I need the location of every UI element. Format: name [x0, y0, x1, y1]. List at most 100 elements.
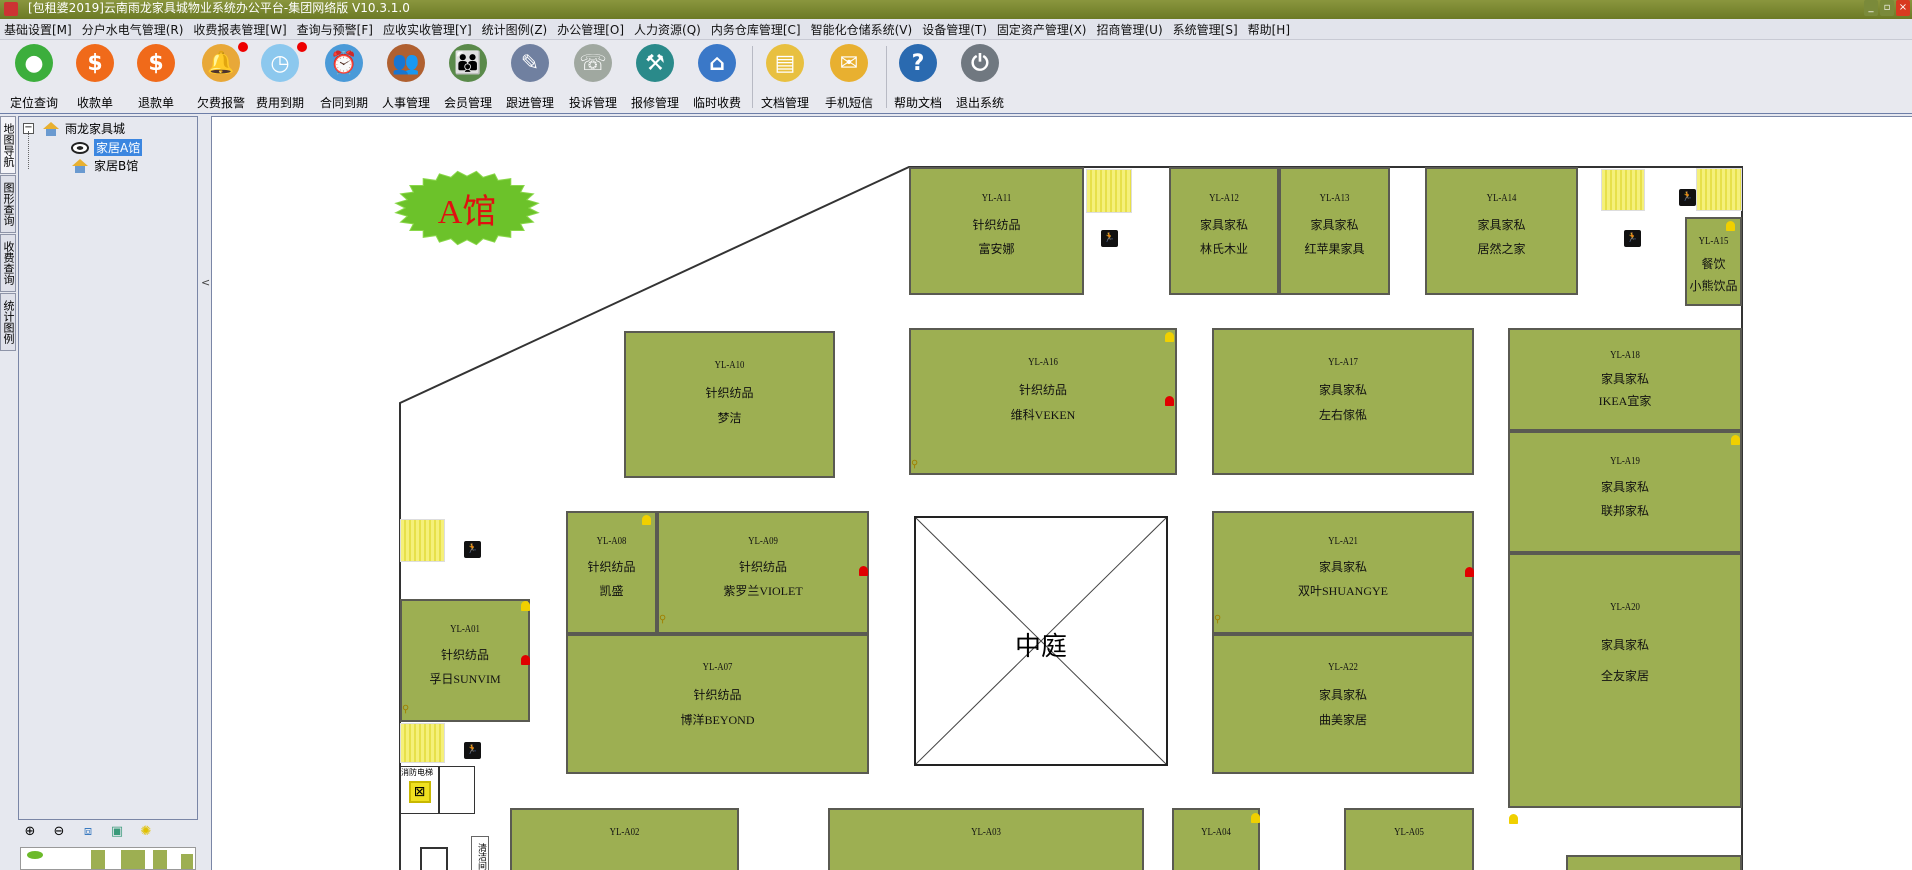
store-yl-a02[interactable]: YL-A02	[510, 808, 739, 870]
toolbar-button[interactable]: ⚒ 报修管理	[625, 44, 685, 111]
store-yl-a12[interactable]: YL-A12 家具家私 林氏木业	[1169, 167, 1279, 295]
store-yl-a03[interactable]: YL-A03	[828, 808, 1144, 870]
menu-item[interactable]: 固定资产管理(X)	[997, 21, 1087, 38]
tree-root[interactable]: − 雨龙家具城	[23, 120, 125, 137]
power-icon: ⏻	[961, 44, 999, 82]
alarm-bell-red-icon	[859, 566, 868, 576]
store-brand: 富安娜	[978, 242, 1015, 256]
toolbar-button[interactable]: ⌂ 临时收费	[687, 44, 747, 111]
toolbar-separator	[886, 46, 887, 108]
toolbar-button[interactable]: ⏰ 合同到期	[314, 44, 374, 111]
tree-item-hall-a[interactable]: 家居A馆	[71, 139, 143, 156]
collapse-panel-icon[interactable]: <	[201, 276, 210, 289]
tree-item-hall-b[interactable]: 家居B馆	[71, 157, 138, 174]
store-yl-a04[interactable]: YL-A04	[1172, 808, 1260, 870]
store-yl-a21[interactable]: YL-A21 家具家私 双叶SHUANGYE	[1212, 511, 1474, 634]
toolbar-button[interactable]: ● 定位查询	[4, 44, 64, 111]
menu-item[interactable]: 分户水电气管理(R)	[82, 21, 184, 38]
zoom-in-icon[interactable]: ⊕	[22, 824, 38, 839]
menu-item[interactable]: 办公管理[O]	[557, 21, 624, 38]
menu-item[interactable]: 帮助[H]	[1248, 21, 1290, 38]
menu-item[interactable]: 应收实收管理[Y]	[383, 21, 472, 38]
store-code: YL-A21	[1328, 535, 1358, 547]
light-bulb-icon[interactable]: ✺	[138, 824, 154, 839]
store-yl-a09[interactable]: YL-A09 针织纺品 紫罗兰VIOLET	[657, 511, 869, 634]
toolbar-button[interactable]: ✎ 跟进管理	[500, 44, 560, 111]
help-book-icon: ?	[899, 44, 937, 82]
store-category: 针织纺品	[1018, 383, 1067, 397]
toolbar-button[interactable]: ◷ 费用到期	[250, 42, 310, 111]
side-tab[interactable]: 图形查询	[0, 175, 16, 233]
store-yl-a13[interactable]: YL-A13 家具家私 红苹果家具	[1279, 167, 1390, 295]
store-yl-a17[interactable]: YL-A17 家具家私 左右傢俬	[1212, 328, 1474, 475]
menu-item[interactable]: 查询与预警[F]	[297, 21, 373, 38]
menu-item[interactable]: 内务仓库管理[C]	[711, 21, 801, 38]
store-yl-a16[interactable]: YL-A16 针织纺品 维科VEKEN	[909, 328, 1177, 475]
store-brand: 梦洁	[717, 411, 742, 425]
zoom-out-icon[interactable]: ⊖	[51, 824, 67, 839]
store-yl-a11[interactable]: YL-A11 针织纺品 富安娜	[909, 167, 1084, 295]
clock-icon: ◷	[261, 42, 307, 82]
store-yl-a05[interactable]: YL-A05	[1344, 808, 1474, 870]
toolbar-button[interactable]: ? 帮助文档	[888, 44, 948, 111]
restore-button[interactable]: ▫	[1880, 0, 1894, 16]
toolbar-button-label: 费用到期	[255, 96, 304, 110]
map-overview-thumbnail[interactable]	[20, 847, 196, 870]
store-yl-a10[interactable]: YL-A10 针织纺品 梦洁	[624, 331, 835, 478]
store-code: YL-A19	[1610, 455, 1640, 467]
store-unlabeled[interactable]	[1566, 855, 1742, 870]
bell-yellow-icon	[1251, 813, 1260, 823]
menu-item[interactable]: 人力资源(Q)	[634, 21, 701, 38]
toolbar-button[interactable]: 👥 人事管理	[376, 44, 436, 111]
store-yl-a19[interactable]: YL-A19 家具家私 联邦家私	[1508, 431, 1742, 553]
toolbar-button-label: 文档管理	[760, 96, 809, 110]
bell-yellow-icon	[521, 601, 530, 611]
store-yl-a20[interactable]: YL-A20 家具家私 全友家居	[1508, 553, 1742, 808]
house-icon: ⌂	[698, 44, 736, 82]
toolbar-button[interactable]: 🔔 欠费报警	[191, 42, 251, 111]
minimize-button[interactable]: _	[1864, 0, 1878, 16]
store-brand: 小熊饮品	[1689, 279, 1738, 293]
menu-item[interactable]: 智能化仓储系统(V)	[811, 21, 913, 38]
toolbar-button[interactable]: 👪 会员管理	[438, 44, 498, 111]
toolbar-button[interactable]: ▤ 文档管理	[755, 44, 815, 111]
toolbar-button[interactable]: ✉ 手机短信	[819, 44, 879, 111]
store-yl-a07[interactable]: YL-A07 针织纺品 博洋BEYOND	[566, 634, 869, 774]
tree-item-label: 家居B馆	[94, 159, 139, 173]
store-category: 针织纺品	[738, 560, 787, 574]
fit-icon[interactable]: ⧈	[80, 824, 96, 839]
store-yl-a01[interactable]: YL-A01 针织纺品 孚日SUNVIM	[400, 599, 530, 722]
menu-item[interactable]: 系统管理[S]	[1173, 21, 1238, 38]
stairs-icon	[1696, 168, 1742, 211]
store-yl-a18[interactable]: YL-A18 家具家私 IKEA宜家	[1508, 328, 1742, 431]
menu-item[interactable]: 收费报表管理[W]	[193, 21, 286, 38]
toolbar-button-label: 收款单	[76, 96, 113, 110]
toolbar-button[interactable]: $ 收款单	[65, 44, 125, 111]
store-yl-a14[interactable]: YL-A14 家具家私 居然之家	[1425, 167, 1578, 295]
toolbar-button[interactable]: ⏻ 退出系统	[950, 44, 1010, 111]
store-category: 家具家私	[1310, 218, 1359, 232]
bell-yellow-icon	[1726, 221, 1735, 231]
elevator-icon: ⊠	[408, 781, 431, 803]
fire-elevator: 消防电梯 ⊠	[400, 766, 439, 814]
toolbar-button[interactable]: $ 退款单	[126, 44, 186, 111]
panel-splitter[interactable]: <	[200, 116, 210, 870]
full-extent-icon[interactable]: ▣	[109, 824, 125, 839]
toolbar-button[interactable]: ☏ 投诉管理	[563, 44, 623, 111]
store-category: 家具家私	[1600, 638, 1649, 652]
close-button[interactable]: ×	[1896, 0, 1910, 16]
side-tab[interactable]: 地图导航	[0, 116, 16, 174]
store-code: YL-A22	[1328, 661, 1358, 673]
menu-item[interactable]: 设备管理(T)	[922, 21, 987, 38]
menu-item[interactable]: 统计图例(Z)	[482, 21, 548, 38]
toolbar-button-label: 退款单	[137, 96, 174, 110]
menu-item[interactable]: 基础设置[M]	[4, 21, 72, 38]
side-tab[interactable]: 统计图例	[0, 293, 16, 351]
store-brand: 博洋BEYOND	[680, 713, 755, 727]
store-yl-a08[interactable]: YL-A08 针织纺品 凯盛	[566, 511, 657, 634]
menu-item[interactable]: 招商管理(U)	[1096, 21, 1162, 38]
store-category: 家具家私	[1600, 480, 1649, 494]
store-yl-a22[interactable]: YL-A22 家具家私 曲美家居	[1212, 634, 1474, 774]
side-tab[interactable]: 收费查询	[0, 234, 16, 292]
faucet-icon: ⚲	[1214, 614, 1222, 625]
